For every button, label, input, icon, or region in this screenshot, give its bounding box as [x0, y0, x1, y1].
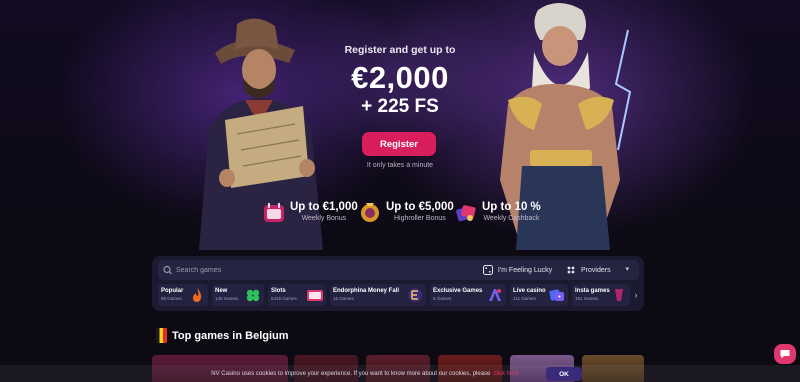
category-label: Live casino — [513, 288, 546, 294]
dice-icon — [482, 265, 493, 275]
category-new[interactable]: New 140 Games — [212, 284, 264, 306]
category-count: 191 Games — [575, 296, 599, 301]
chat-icon — [780, 350, 790, 359]
category-count: 6 Games — [433, 296, 452, 301]
feeling-lucky-label: I'm Feeling Lucky — [497, 266, 553, 274]
category-count: 211 Games — [513, 296, 536, 301]
highroller-bonus-icon — [361, 203, 379, 222]
belgium-flag-icon — [156, 328, 167, 343]
category-label: New — [215, 288, 228, 294]
search-input[interactable] — [176, 261, 466, 279]
category-live-casino[interactable]: Live casino 211 Games — [510, 284, 568, 306]
bonus-subtitle: Highroller Bonus — [394, 215, 446, 222]
register-button[interactable]: Register — [362, 132, 436, 156]
top-games-title: Top games in Belgium — [172, 330, 289, 342]
category-label: Insta games — [575, 288, 610, 294]
category-label: Endorphina Money Fall — [333, 288, 400, 294]
category-label: Popular — [161, 288, 184, 294]
register-note: It only takes a minute — [366, 162, 434, 169]
category-popular[interactable]: Popular 98 Games — [158, 284, 208, 306]
bonus-subtitle: Weekly Cashback — [483, 215, 540, 222]
bonus-subtitle: Weekly Bonus — [301, 215, 347, 222]
category-count: 5415 Games — [271, 296, 297, 301]
providers-label: Providers — [581, 266, 611, 274]
category-insta-games[interactable]: Insta games 191 Games — [572, 284, 630, 306]
search-field[interactable] — [158, 260, 480, 280]
insta-icon — [615, 289, 623, 301]
promo-free-spins: + 225 FS — [361, 96, 439, 117]
feeling-lucky-button[interactable]: I'm Feeling Lucky — [479, 260, 555, 280]
clover-icon — [246, 289, 260, 302]
category-row: Popular 98 Games New 140 Games Slots 541… — [158, 284, 642, 306]
slot-machine-icon — [307, 290, 323, 301]
endorphina-icon — [408, 288, 422, 302]
bonus-weekly: Up to €1,000 Weekly Bonus — [262, 198, 358, 226]
weekly-bonus-icon — [264, 203, 284, 222]
games-panel: I'm Feeling Lucky Providers ▾ Popular 98… — [152, 256, 644, 311]
cookie-text: NV Casino uses cookies to improve your e… — [211, 370, 491, 377]
cookie-banner: NV Casino uses cookies to improve your e… — [0, 365, 800, 382]
bonus-highroller: Up to €5,000 Highroller Bonus — [358, 198, 454, 226]
bonus-title: Up to 10 % — [482, 201, 541, 213]
providers-icon — [567, 266, 575, 274]
bonus-title: Up to €5,000 — [386, 201, 454, 213]
category-exclusive-games[interactable]: Exclusive Games 6 Games — [430, 284, 506, 306]
search-icon — [163, 265, 172, 275]
providers-dropdown[interactable]: Providers ▾ — [560, 260, 639, 280]
category-label: Slots — [271, 288, 286, 294]
bonus-title: Up to €1,000 — [290, 201, 358, 213]
search-bar — [158, 260, 628, 280]
cashback-icon — [456, 205, 476, 222]
category-slots[interactable]: Slots 5415 Games — [268, 284, 326, 306]
dice-icon — [549, 289, 564, 301]
category-count: 98 Games — [161, 296, 182, 301]
bonus-cashback: Up to 10 % Weekly Cashback — [454, 198, 541, 226]
cookie-link[interactable]: click here — [493, 371, 518, 377]
chevron-right-icon[interactable]: › — [630, 284, 642, 306]
chat-button[interactable] — [774, 344, 796, 364]
category-count: 140 Games — [215, 296, 239, 301]
category-count: 16 Games — [333, 296, 354, 301]
promo-amount: €2,000 — [351, 60, 449, 95]
exclusive-icon — [489, 289, 501, 301]
chevron-down-icon: ▾ — [625, 266, 629, 273]
category-endorphina-money-fall[interactable]: Endorphina Money Fall 16 Games — [330, 284, 426, 306]
category-label: Exclusive Games — [433, 288, 483, 294]
cookie-ok-button[interactable]: OK — [546, 367, 582, 381]
promo-pretext: Register and get up to — [344, 44, 456, 56]
fire-icon — [193, 288, 202, 302]
